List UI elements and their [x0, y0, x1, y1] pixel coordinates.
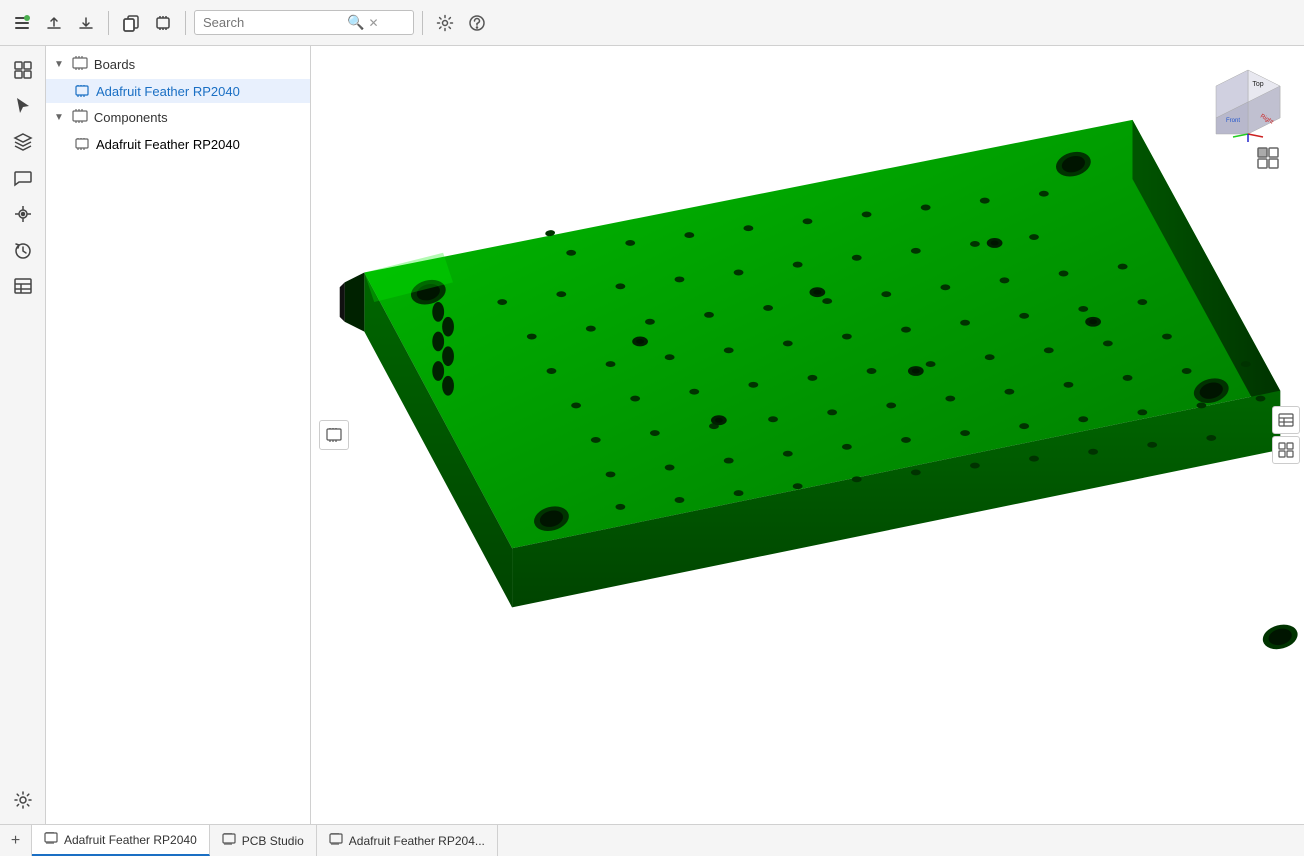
upload-icon[interactable] — [40, 9, 68, 37]
components-section[interactable]: ▼ Components — [46, 103, 310, 132]
tab-feather-icon — [44, 831, 58, 848]
components-chevron: ▼ — [54, 112, 64, 123]
sidebar-tree: ▼ Boards — [46, 46, 310, 824]
search-input[interactable] — [203, 15, 343, 30]
history-icon[interactable] — [7, 234, 39, 266]
components-label: Components — [94, 110, 168, 125]
board-item-label: Adafruit Feather RP2040 — [96, 84, 240, 99]
download-icon[interactable] — [72, 9, 100, 37]
viewport[interactable]: Top Front Right — [311, 46, 1304, 824]
chat-icon[interactable] — [7, 162, 39, 194]
tab-feather-2[interactable]: Adafruit Feather RP204... — [317, 825, 498, 856]
left-iconbar — [0, 46, 46, 824]
component-icon[interactable] — [7, 198, 39, 230]
bottom-tabbar: + Adafruit Feather RP2040 — [0, 824, 1304, 856]
component-item-feather[interactable]: Adafruit Feather RP2040 — [46, 132, 310, 156]
table-icon[interactable] — [7, 270, 39, 302]
nav-icon[interactable] — [7, 54, 39, 86]
tab-feather2-label: Adafruit Feather RP204... — [349, 834, 485, 848]
component-item-label: Adafruit Feather RP2040 — [96, 137, 240, 152]
nav-cube[interactable]: Top Front Right — [1208, 62, 1288, 142]
component-item-icon — [74, 136, 90, 152]
boards-chevron: ▼ — [54, 59, 64, 70]
right-panel — [1268, 402, 1304, 468]
settings-icon[interactable] — [431, 9, 459, 37]
tab-pcb-studio[interactable]: PCB Studio — [210, 825, 317, 856]
separator-2 — [185, 11, 186, 35]
board-item-feather[interactable]: Adafruit Feather RP2040 — [46, 79, 310, 103]
help-icon[interactable] — [463, 9, 491, 37]
menu-icon[interactable] — [8, 9, 36, 37]
svg-text:Front: Front — [1226, 118, 1240, 124]
view-options[interactable] — [1256, 146, 1280, 173]
settings-bottom-icon[interactable] — [7, 784, 39, 816]
layers-icon[interactable] — [7, 126, 39, 158]
svg-text:Top: Top — [1252, 81, 1263, 88]
add-tab-button[interactable]: + — [0, 825, 32, 856]
pcb-3d-view — [311, 46, 1304, 824]
cursor-icon[interactable] — [7, 90, 39, 122]
sidebar-panel: ▼ Boards — [46, 46, 311, 824]
tab-studio-icon — [222, 832, 236, 849]
search-box: 🔍 ✕ — [194, 10, 414, 35]
right-panel-list-icon[interactable] — [1272, 406, 1300, 434]
top-toolbar: 🔍 ✕ — [0, 0, 1304, 46]
copy-icon[interactable] — [117, 9, 145, 37]
board-float-btn[interactable] — [319, 420, 349, 450]
boards-icon — [72, 55, 88, 74]
separator-1 — [108, 11, 109, 35]
main-body: ▼ Boards — [0, 46, 1304, 824]
board-item-icon — [74, 83, 90, 99]
clear-search-icon[interactable]: ✕ — [368, 16, 378, 30]
tab-feather-board[interactable]: Adafruit Feather RP2040 — [32, 825, 210, 856]
separator-3 — [422, 11, 423, 35]
floating-toolbar — [319, 420, 349, 450]
components-icon — [72, 108, 88, 127]
tab-studio-label: PCB Studio — [242, 834, 304, 848]
boards-section[interactable]: ▼ Boards — [46, 50, 310, 79]
tab-feather2-icon — [329, 832, 343, 849]
pcb-scene[interactable]: Top Front Right — [311, 46, 1304, 824]
right-panel-grid-icon[interactable] — [1272, 436, 1300, 464]
boards-label: Boards — [94, 57, 135, 72]
circuit-icon[interactable] — [149, 9, 177, 37]
search-icon[interactable]: 🔍 — [347, 14, 364, 31]
tab-feather-label: Adafruit Feather RP2040 — [64, 833, 197, 847]
